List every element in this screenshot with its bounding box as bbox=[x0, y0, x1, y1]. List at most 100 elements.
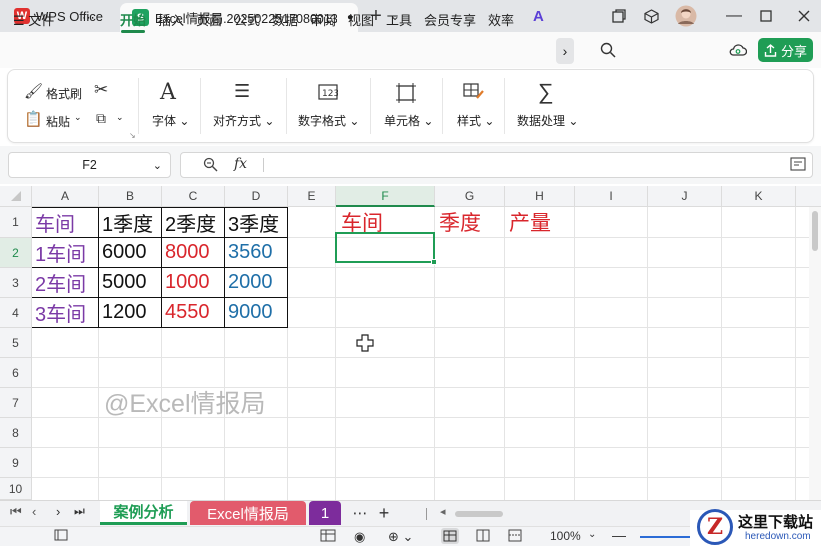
expand-formula-icon[interactable] bbox=[790, 157, 806, 174]
zoom-lens-icon[interactable] bbox=[203, 157, 218, 175]
cell-d2[interactable]: 3560 bbox=[225, 238, 287, 267]
cell-a3[interactable]: 2车间 bbox=[32, 268, 98, 297]
menu-tab-data[interactable]: 数据 bbox=[272, 10, 298, 29]
first-sheet-icon[interactable]: ⏮ bbox=[10, 504, 31, 519]
search-icon[interactable] bbox=[600, 42, 616, 61]
paste-button[interactable]: 粘贴 bbox=[46, 113, 70, 130]
column-header-d[interactable]: D bbox=[225, 186, 288, 207]
menu-tab-formula[interactable]: 公式 bbox=[234, 10, 260, 29]
copy-icon[interactable]: ⧉ bbox=[96, 110, 106, 127]
add-sheet-button[interactable]: + bbox=[376, 501, 392, 525]
clipboard-expand-icon[interactable]: ↘ bbox=[129, 131, 136, 140]
cell-h1[interactable]: 产量 bbox=[506, 207, 574, 237]
vertical-scroll-thumb[interactable] bbox=[812, 211, 818, 251]
column-header-g[interactable]: G bbox=[435, 186, 505, 207]
normal-view-button[interactable] bbox=[441, 528, 459, 544]
maximize-icon[interactable] bbox=[758, 6, 774, 26]
cell-b4[interactable]: 1200 bbox=[99, 298, 161, 327]
cell-a2[interactable]: 1车间 bbox=[32, 238, 98, 267]
column-header-b[interactable]: B bbox=[99, 186, 162, 207]
cloud-sync-icon[interactable] bbox=[729, 42, 748, 61]
zoom-level[interactable]: 100% bbox=[550, 529, 581, 543]
user-avatar[interactable] bbox=[674, 5, 698, 27]
zoom-slider[interactable] bbox=[640, 536, 690, 538]
ribbon-scroll-right-icon[interactable]: › bbox=[556, 38, 574, 64]
scroll-left-icon[interactable]: ◂ bbox=[440, 505, 446, 518]
page-break-view-icon[interactable] bbox=[508, 529, 522, 545]
cell-b2[interactable]: 6000 bbox=[99, 238, 161, 267]
menu-tab-insert[interactable]: 插入 bbox=[158, 10, 184, 29]
column-header-f[interactable]: F bbox=[336, 186, 435, 207]
cell-b3[interactable]: 5000 bbox=[99, 268, 161, 297]
row-header-8[interactable]: 8 bbox=[0, 418, 32, 448]
page-layout-view-icon[interactable] bbox=[476, 529, 490, 545]
alignment-button[interactable]: 对齐方式 ⌄ bbox=[213, 112, 274, 129]
active-cell-selection[interactable] bbox=[335, 232, 435, 263]
cell-c1[interactable]: 2季度 bbox=[162, 207, 224, 237]
name-box[interactable]: F2 ⌄ bbox=[8, 152, 171, 178]
sheet-list-icon[interactable] bbox=[54, 529, 68, 544]
cell-c3[interactable]: 1000 bbox=[162, 268, 224, 297]
more-menu-button[interactable]: ⋯ bbox=[82, 10, 95, 26]
row-header-5[interactable]: 5 bbox=[0, 328, 32, 358]
sheet-tab-3[interactable]: 1 bbox=[309, 501, 341, 525]
row-header-9[interactable]: 9 bbox=[0, 448, 32, 478]
select-all-corner[interactable] bbox=[0, 186, 32, 207]
font-button[interactable]: 字体 ⌄ bbox=[152, 112, 189, 129]
cell-a1[interactable]: 车间 bbox=[32, 207, 98, 237]
share-button[interactable]: 分享 bbox=[758, 38, 813, 62]
data-processing-button[interactable]: 数据处理 ⌄ bbox=[517, 112, 578, 129]
menu-tab-review[interactable]: 审阅 bbox=[310, 10, 336, 29]
cube-icon[interactable] bbox=[642, 6, 660, 26]
row-header-4[interactable]: 4 bbox=[0, 298, 32, 328]
window-mode-icon[interactable] bbox=[610, 6, 628, 26]
column-header-j[interactable]: J bbox=[648, 186, 722, 207]
status-table-icon[interactable] bbox=[320, 529, 336, 545]
sheet-tab-2[interactable]: Excel情报局 bbox=[190, 501, 306, 525]
column-header-k[interactable]: K bbox=[722, 186, 796, 207]
paste-dropdown-icon[interactable]: ⌄ bbox=[74, 112, 82, 123]
column-header-a[interactable]: A bbox=[32, 186, 99, 207]
minimize-icon[interactable]: — bbox=[726, 6, 742, 26]
menu-tab-efficiency[interactable]: 效率 bbox=[488, 10, 514, 29]
cell-b1[interactable]: 1季度 bbox=[99, 207, 161, 237]
horizontal-scroll-thumb[interactable] bbox=[455, 511, 503, 517]
row-header-10[interactable]: 10 bbox=[0, 478, 32, 500]
menu-tab-member[interactable]: 会员专享 bbox=[424, 10, 476, 29]
more-sheets-button[interactable]: ⋯ bbox=[350, 501, 370, 525]
file-menu[interactable]: ☰ 文件 bbox=[13, 10, 54, 29]
menu-tab-view[interactable]: 视图 bbox=[348, 10, 374, 29]
row-header-1[interactable]: 1 bbox=[0, 207, 32, 238]
formula-input[interactable]: fx bbox=[180, 152, 813, 178]
next-sheet-icon[interactable]: › bbox=[56, 504, 60, 519]
cell-d3[interactable]: 2000 bbox=[225, 268, 287, 297]
fill-handle[interactable] bbox=[431, 259, 437, 265]
cell-a4[interactable]: 3车间 bbox=[32, 298, 98, 327]
column-header-e[interactable]: E bbox=[288, 186, 336, 207]
cell-d1[interactable]: 3季度 bbox=[225, 207, 287, 237]
zoom-out-button[interactable]: — bbox=[612, 527, 626, 543]
fx-icon[interactable]: fx bbox=[234, 156, 247, 172]
format-painter-button[interactable]: 格式刷 bbox=[46, 85, 82, 102]
prev-sheet-icon[interactable]: ‹ bbox=[32, 504, 36, 519]
cells-button[interactable]: 单元格 ⌄ bbox=[384, 112, 433, 129]
zoom-dropdown-icon[interactable]: ⌄ bbox=[588, 529, 596, 540]
eye-protection-icon[interactable]: ◉ bbox=[354, 529, 365, 545]
row-header-7[interactable]: 7 bbox=[0, 388, 32, 418]
last-sheet-icon[interactable]: ⏭ bbox=[74, 504, 85, 519]
cell-c2[interactable]: 8000 bbox=[162, 238, 224, 267]
row-header-3[interactable]: 3 bbox=[0, 268, 32, 298]
ai-icon[interactable]: A bbox=[533, 8, 544, 25]
cell-g1[interactable]: 季度 bbox=[436, 207, 504, 237]
copy-dropdown-icon[interactable]: ⌄ bbox=[116, 112, 124, 123]
cell-c4[interactable]: 4550 bbox=[162, 298, 224, 327]
menu-tab-home[interactable]: 开始 bbox=[120, 10, 146, 29]
sheet-tab-active[interactable]: 案例分析 bbox=[100, 501, 187, 525]
name-box-dropdown-icon[interactable]: ⌄ bbox=[153, 159, 162, 172]
styles-button[interactable]: 样式 ⌄ bbox=[457, 112, 494, 129]
column-header-c[interactable]: C bbox=[162, 186, 225, 207]
cell-d4[interactable]: 9000 bbox=[225, 298, 287, 327]
sheet-nav-buttons[interactable]: ⏮ bbox=[10, 504, 31, 520]
column-header-i[interactable]: I bbox=[575, 186, 648, 207]
cut-icon[interactable]: ✂ bbox=[94, 80, 108, 100]
